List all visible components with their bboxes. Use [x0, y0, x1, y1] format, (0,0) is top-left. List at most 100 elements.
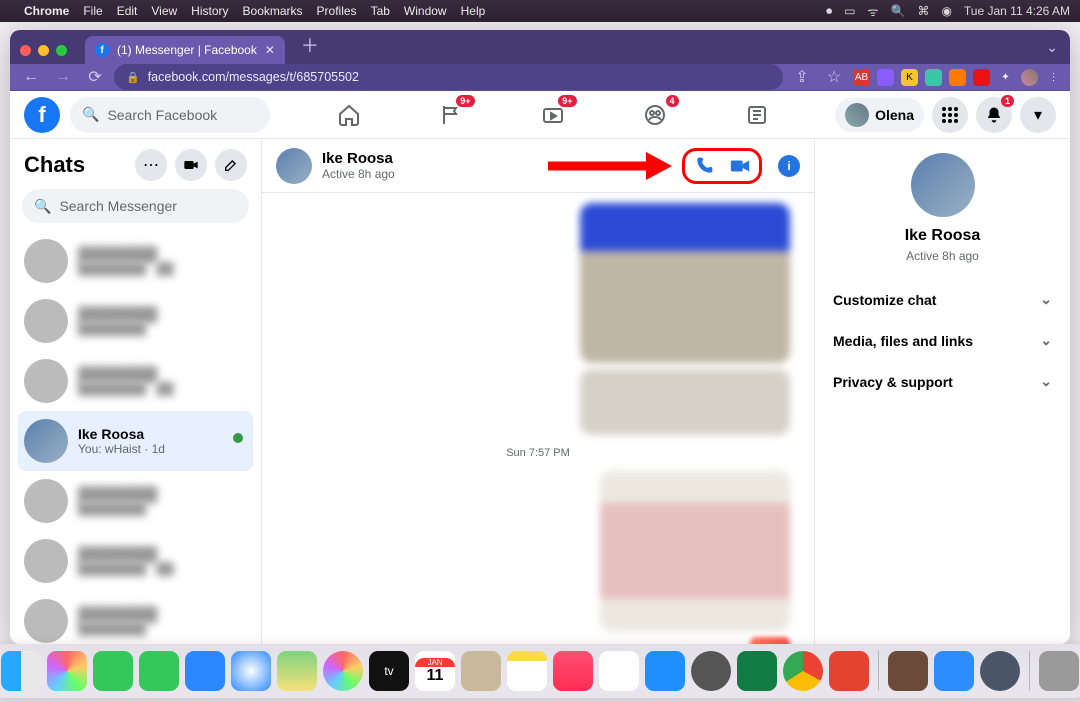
chat-list-item[interactable]: ████████████████: [18, 591, 253, 644]
chrome-menu-icon[interactable]: ⋮: [1045, 69, 1062, 86]
account-dropdown-button[interactable]: ▾: [1020, 97, 1056, 133]
browser-tab[interactable]: f (1) Messenger | Facebook ✕: [85, 36, 285, 64]
facebook-logo-icon[interactable]: f: [24, 97, 60, 133]
dock-mail-icon[interactable]: [185, 651, 225, 691]
chat-list-item[interactable]: Ike RoosaYou: wHaist · 1d: [18, 411, 253, 471]
message-reaction[interactable]: [750, 637, 790, 644]
menu-history[interactable]: History: [191, 4, 228, 18]
tab-overflow-button[interactable]: ⌄: [1034, 39, 1070, 64]
nav-home-icon[interactable]: [333, 99, 365, 131]
chat-list-item[interactable]: ████████████████ · ██: [18, 231, 253, 291]
menu-window[interactable]: Window: [404, 4, 447, 18]
chats-options-button[interactable]: ⋯: [135, 149, 167, 181]
dock-contacts-icon[interactable]: [461, 651, 501, 691]
dock-finder-icon[interactable]: [1, 651, 41, 691]
share-button[interactable]: ⇪: [789, 67, 815, 87]
dock-todoist-icon[interactable]: [829, 651, 869, 691]
new-message-button[interactable]: [215, 149, 247, 181]
customize-chat-row[interactable]: Customize chat⌄: [825, 281, 1060, 318]
reload-button[interactable]: ⟳: [82, 67, 108, 87]
audio-call-button[interactable]: [693, 155, 715, 177]
extensions-menu-icon[interactable]: ✦: [997, 69, 1014, 86]
forward-button[interactable]: →: [50, 68, 76, 86]
chat-list-item[interactable]: ████████████████: [18, 291, 253, 351]
menu-bookmarks[interactable]: Bookmarks: [243, 4, 303, 18]
back-button[interactable]: ←: [18, 68, 44, 86]
video-call-button[interactable]: [729, 155, 751, 177]
menu-edit[interactable]: Edit: [117, 4, 138, 18]
message-image[interactable]: [580, 203, 790, 363]
profile-pill[interactable]: Olena: [835, 98, 924, 132]
chat-list-item[interactable]: ████████████████: [18, 471, 253, 531]
record-icon[interactable]: ⏺: [826, 4, 832, 19]
bookmark-star-icon[interactable]: ☆: [821, 67, 847, 87]
extension-icon[interactable]: [925, 69, 942, 86]
nav-news-icon[interactable]: [741, 99, 773, 131]
menu-grid-button[interactable]: [932, 97, 968, 133]
menu-profiles[interactable]: Profiles: [317, 4, 357, 18]
extension-icon[interactable]: [973, 69, 990, 86]
menubar-app[interactable]: Chrome: [24, 4, 69, 18]
dock-quicktime-icon[interactable]: [980, 651, 1020, 691]
spotlight-icon[interactable]: 🔍: [890, 4, 905, 18]
profile-avatar-icon[interactable]: [1021, 69, 1038, 86]
dock-chrome-icon[interactable]: [783, 651, 823, 691]
notifications-button[interactable]: 1: [976, 97, 1012, 133]
message-image[interactable]: [580, 369, 790, 435]
tab-close-icon[interactable]: ✕: [265, 43, 275, 57]
menu-view[interactable]: View: [151, 4, 177, 18]
chat-list-item[interactable]: ████████████████ · ██: [18, 531, 253, 591]
chat-list-item[interactable]: ████████████████ · ██: [18, 351, 253, 411]
conversation-avatar[interactable]: [276, 148, 312, 184]
new-tab-button[interactable]: ＋: [293, 32, 327, 64]
chat-name: ████████: [78, 606, 247, 622]
dock-zoom-icon[interactable]: [934, 651, 974, 691]
extension-icon[interactable]: [949, 69, 966, 86]
conversation-name[interactable]: Ike Roosa: [322, 150, 395, 167]
message-image[interactable]: [600, 471, 790, 631]
dock-settings-icon[interactable]: [691, 651, 731, 691]
dock-messages-icon[interactable]: [93, 651, 133, 691]
dock-safari-icon[interactable]: [231, 651, 271, 691]
close-window-button[interactable]: [20, 45, 31, 56]
dock-music-icon[interactable]: [553, 651, 593, 691]
battery-icon[interactable]: ▭: [844, 4, 855, 18]
menu-file[interactable]: File: [83, 4, 102, 18]
dock-maps-icon[interactable]: [277, 651, 317, 691]
nav-groups-icon[interactable]: 4: [639, 99, 671, 131]
nav-watch-icon[interactable]: 9+: [537, 99, 569, 131]
menubar-clock[interactable]: Tue Jan 11 4:26 AM: [964, 4, 1070, 18]
minimize-window-button[interactable]: [38, 45, 49, 56]
extension-icon[interactable]: [877, 69, 894, 86]
dock-facetime-icon[interactable]: [139, 651, 179, 691]
messenger-search-input[interactable]: 🔍 Search Messenger: [22, 189, 249, 223]
dock-launchpad-icon[interactable]: [47, 651, 87, 691]
privacy-support-row[interactable]: Privacy & support⌄: [825, 363, 1060, 400]
dock-photos-icon[interactable]: [323, 651, 363, 691]
menu-tab[interactable]: Tab: [371, 4, 390, 18]
dock-trash-icon[interactable]: [1039, 651, 1079, 691]
info-name[interactable]: Ike Roosa: [905, 227, 981, 245]
fb-search-input[interactable]: 🔍 Search Facebook: [70, 97, 270, 133]
wifi-icon[interactable]: ᯤ: [868, 3, 879, 20]
messages-area[interactable]: Sun 7:57 PM: [262, 193, 814, 644]
control-center-icon[interactable]: ⌘: [917, 4, 929, 18]
dock-slack-icon[interactable]: [599, 651, 639, 691]
dock-calendar-icon[interactable]: JAN11: [415, 651, 455, 691]
extension-icon[interactable]: K: [901, 69, 918, 86]
extension-icon[interactable]: AB: [853, 69, 870, 86]
address-bar[interactable]: 🔒 facebook.com/messages/t/685705502: [114, 64, 783, 90]
siri-icon[interactable]: ◉: [941, 4, 951, 18]
dock-appstore-icon[interactable]: [645, 651, 685, 691]
dock-appletv-icon[interactable]: tv: [369, 651, 409, 691]
info-avatar[interactable]: [911, 153, 975, 217]
new-room-button[interactable]: [175, 149, 207, 181]
media-files-row[interactable]: Media, files and links⌄: [825, 322, 1060, 359]
fullscreen-window-button[interactable]: [56, 45, 67, 56]
nav-pages-icon[interactable]: 9+: [435, 99, 467, 131]
dock-notes-icon[interactable]: [507, 651, 547, 691]
conversation-info-button[interactable]: i: [778, 155, 800, 177]
dock-excel-icon[interactable]: [737, 651, 777, 691]
menu-help[interactable]: Help: [461, 4, 486, 18]
dock-app-icon[interactable]: [888, 651, 928, 691]
